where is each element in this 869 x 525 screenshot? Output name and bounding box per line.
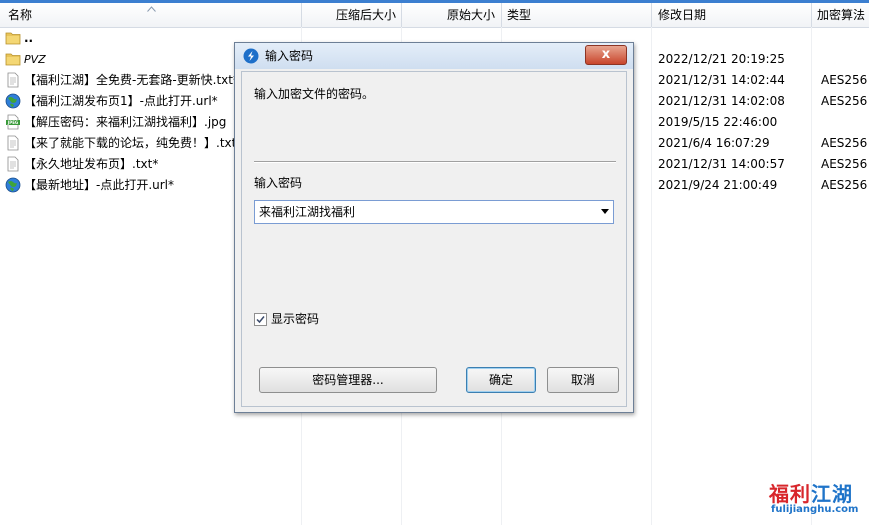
header-divider[interactable] [651, 3, 652, 27]
close-button[interactable]: x [585, 45, 627, 65]
file-modified-date: 2019/5/15 22:46:00 [658, 115, 778, 129]
watermark-url: fulijianghu.com [771, 504, 859, 515]
file-encryption: AES256 [821, 178, 868, 192]
file-modified-date: 2021/12/31 14:02:44 [658, 73, 785, 87]
password-label: 输入密码 [254, 176, 303, 190]
password-input[interactable]: 来福利江湖找福利 [254, 200, 614, 224]
password-value: 来福利江湖找福利 [259, 205, 356, 219]
globe-icon [5, 93, 21, 109]
folder-icon [5, 53, 21, 66]
dialog-titlebar[interactable]: 输入密码 x [235, 43, 633, 69]
folder-icon [5, 32, 21, 45]
password-manager-button[interactable]: 密码管理器... [259, 367, 437, 393]
dialog-title: 输入密码 [265, 49, 314, 63]
svg-text:JPEG: JPEG [7, 120, 18, 125]
file-encryption [821, 112, 869, 133]
header-divider[interactable] [811, 3, 812, 27]
file-encryption: AES256 [821, 73, 868, 87]
file-name: 【最新地址】-点此打开.url* [24, 178, 175, 192]
divider [254, 161, 616, 163]
file-name: 【解压密码：来福利江湖找福利】.jpg [24, 115, 227, 129]
column-header-bar: 名称 压缩后大小 原始大小 类型 修改日期 加密算法 [0, 3, 869, 28]
file-modified-date: 2021/12/31 14:00:57 [658, 157, 785, 171]
file-name: 【福利江湖】全免费-无套路-更新快.txt* [24, 73, 236, 87]
column-header-packed-size[interactable]: 压缩后大小 [336, 3, 400, 27]
file-name: 【来了就能下载的论坛，纯免费！】.txt [24, 136, 236, 150]
file-name: .. [24, 31, 34, 45]
cancel-button[interactable]: 取消 [547, 367, 619, 393]
file-encryption [821, 28, 869, 49]
file-modified-date: 2022/12/21 20:19:25 [658, 52, 785, 66]
text-file-icon [7, 135, 19, 151]
file-name: 【福利江湖发布页1】-点此打开.url* [24, 94, 218, 108]
ok-button[interactable]: 确定 [466, 367, 536, 393]
watermark-logo: 福利江湖 fulijianghu.com [769, 478, 859, 520]
text-file-icon [7, 72, 19, 88]
file-modified-date: 2021/12/31 14:02:08 [658, 94, 785, 108]
column-header-type[interactable]: 类型 [507, 3, 647, 27]
file-name: PVZ [24, 53, 46, 66]
password-dialog: 输入密码 x 输入加密文件的密码。 输入密码 来福利江湖找福利 显示密码 密码管… [234, 42, 634, 413]
watermark-title: 福利江湖 [769, 482, 853, 506]
text-file-icon [7, 156, 19, 172]
file-encryption [821, 49, 869, 70]
file-modified-date [658, 28, 808, 49]
column-header-encryption[interactable]: 加密算法 [817, 3, 869, 27]
app-logo-icon [243, 48, 259, 64]
dialog-content: 输入加密文件的密码。 输入密码 来福利江湖找福利 显示密码 密码管理器... 确… [241, 71, 627, 407]
show-password-label: 显示密码 [271, 312, 320, 326]
globe-icon [5, 177, 21, 193]
header-divider[interactable] [301, 3, 302, 27]
file-modified-date: 2021/9/24 21:00:49 [658, 178, 778, 192]
file-encryption: AES256 [821, 157, 868, 171]
file-modified-date: 2021/6/4 16:07:29 [658, 136, 770, 150]
dropdown-arrow-icon[interactable] [601, 209, 609, 214]
file-encryption: AES256 [821, 94, 868, 108]
header-divider[interactable] [401, 3, 402, 27]
column-header-original-size[interactable]: 原始大小 [447, 3, 499, 27]
header-divider[interactable] [501, 3, 502, 27]
jpeg-icon: JPEG [6, 114, 20, 130]
dialog-description: 输入加密文件的密码。 [254, 87, 375, 101]
file-name: 【永久地址发布页】.txt* [24, 157, 159, 171]
file-encryption: AES256 [821, 136, 868, 150]
sort-ascending-icon [147, 6, 156, 12]
checkbox-checked-icon[interactable] [254, 313, 267, 326]
column-header-modified[interactable]: 修改日期 [658, 3, 808, 27]
